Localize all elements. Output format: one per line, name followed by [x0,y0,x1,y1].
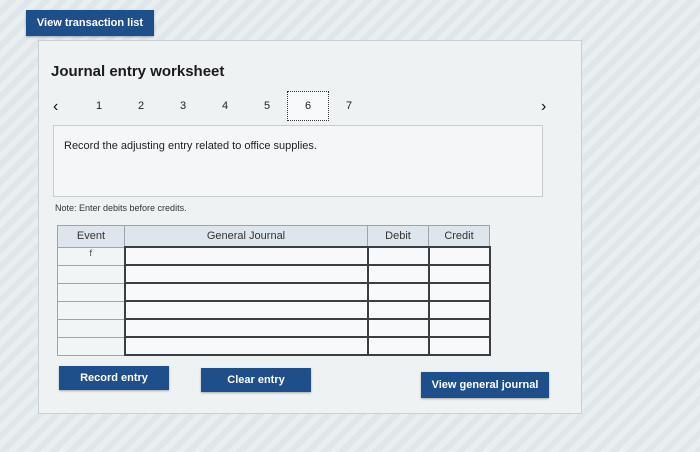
debit-input[interactable] [366,336,430,356]
credit-column-header: Credit [428,225,490,248]
account-input[interactable] [123,300,369,320]
credit-input[interactable] [427,318,491,338]
credit-input[interactable] [427,282,491,302]
record-entry-button[interactable]: Record entry [59,366,169,390]
credit-input[interactable] [427,246,491,266]
debit-input[interactable] [366,300,430,320]
account-input[interactable] [123,246,369,266]
page-7[interactable]: 7 [341,100,357,112]
page-5[interactable]: 5 [259,100,275,112]
event-cell [57,318,125,338]
debit-input[interactable] [366,282,430,302]
account-input[interactable] [123,336,369,356]
page-6-active[interactable]: 6 [287,91,329,121]
general-journal-column-header: General Journal [124,225,368,248]
view-general-journal-button[interactable]: View general journal [421,372,549,398]
credit-input[interactable] [427,336,491,356]
debit-input[interactable] [366,246,430,266]
instruction-text: Record the adjusting entry related to of… [64,140,317,152]
table-row [57,264,491,284]
view-transaction-list-button[interactable]: View transaction list [26,10,154,36]
chevron-right-icon[interactable]: › [541,97,546,117]
event-cell [57,300,125,320]
event-cell [57,282,125,302]
debit-input[interactable] [366,264,430,284]
table-row [57,300,491,320]
page-1[interactable]: 1 [91,100,107,112]
page-4[interactable]: 4 [217,100,233,112]
table-row [57,282,491,302]
table-row: f [57,246,491,266]
event-column-header: Event [57,225,125,248]
event-cell: f [57,246,125,266]
table-row [57,318,491,338]
table-row [57,336,491,356]
worksheet-title: Journal entry worksheet [51,63,225,80]
clear-entry-button[interactable]: Clear entry [201,368,311,392]
debit-column-header: Debit [367,225,429,248]
page-3[interactable]: 3 [175,100,191,112]
note-text: Note: Enter debits before credits. [55,203,187,213]
account-input[interactable] [123,282,369,302]
page-2[interactable]: 2 [133,100,149,112]
credit-input[interactable] [427,264,491,284]
account-input[interactable] [123,318,369,338]
credit-input[interactable] [427,300,491,320]
chevron-left-icon[interactable]: ‹ [53,97,58,117]
account-input[interactable] [123,264,369,284]
table-header-row: Event General Journal Debit Credit [57,225,490,248]
journal-table: Event General Journal Debit Credit f [57,225,491,356]
page-navigator: ‹ 1 2 3 4 5 6 7 › [51,91,571,121]
event-cell [57,264,125,284]
debit-input[interactable] [366,318,430,338]
event-cell [57,336,125,356]
journal-entry-panel: Journal entry worksheet ‹ 1 2 3 4 5 6 7 … [38,40,582,414]
instruction-box: Record the adjusting entry related to of… [53,125,543,197]
